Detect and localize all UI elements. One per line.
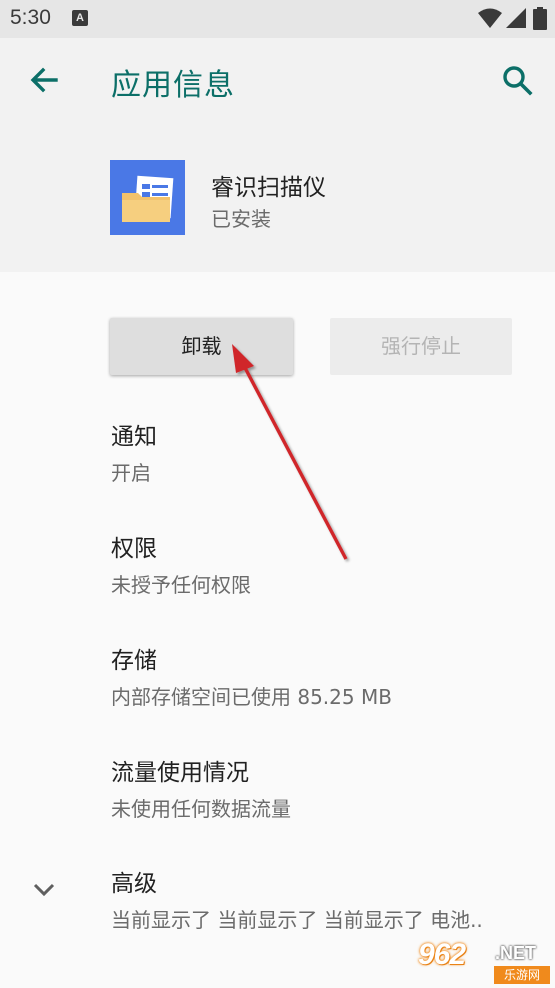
app-header: 睿识扫描仪 已安装 [0,126,555,272]
app-install-status: 已安装 [211,207,271,231]
app-bar: 应用信息 [0,38,555,126]
item-title: 通知 [111,424,157,450]
settings-item-storage[interactable]: 存储 内部存储空间已使用 85.25 MB [111,641,392,710]
status-bar: 5:30 A [0,0,555,38]
item-subtitle: 开启 [111,461,151,485]
item-subtitle: 未授予任何权限 [111,573,251,597]
item-subtitle: 内部存储空间已使用 85.25 MB [111,685,392,709]
settings-item-advanced[interactable]: 高级 当前显示了 当前显示了 当前显示了 电池.. [111,864,483,933]
app-info-content: 卸载 强行停止 通知 开启 权限 未授予任何权限 存储 内部存储空间已使用 85… [0,272,555,988]
settings-item-data-usage[interactable]: 流量使用情况 未使用任何数据流量 [111,753,291,822]
watermark-logo: 962 [418,938,466,971]
wifi-icon [478,8,502,28]
item-title: 权限 [111,536,157,562]
watermark-domain: .NET [495,943,537,963]
chevron-down-icon[interactable] [30,876,58,904]
settings-item-notifications[interactable]: 通知 开启 [111,417,157,486]
item-title: 流量使用情况 [111,760,249,786]
watermark-site-name: 乐游网 [494,966,550,984]
item-subtitle: 当前显示了 当前显示了 当前显示了 电池.. [111,908,483,932]
settings-item-permissions[interactable]: 权限 未授予任何权限 [111,529,251,598]
uninstall-button[interactable]: 卸载 [110,318,293,375]
search-icon[interactable] [499,62,535,98]
item-subtitle: 未使用任何数据流量 [111,797,291,821]
app-name: 睿识扫描仪 [211,175,326,201]
site-watermark: 962 .NET 乐游网 [418,938,553,986]
force-stop-button[interactable]: 强行停止 [330,318,512,375]
battery-icon [533,7,547,30]
item-title: 存储 [111,648,157,674]
a-notification-icon: A [72,10,88,26]
status-time: 5:30 [10,6,51,29]
signal-icon [506,8,526,28]
arrow-back-icon[interactable] [26,62,62,98]
folder-document-icon [110,160,185,235]
item-title: 高级 [111,871,157,897]
page-title: 应用信息 [111,68,235,103]
